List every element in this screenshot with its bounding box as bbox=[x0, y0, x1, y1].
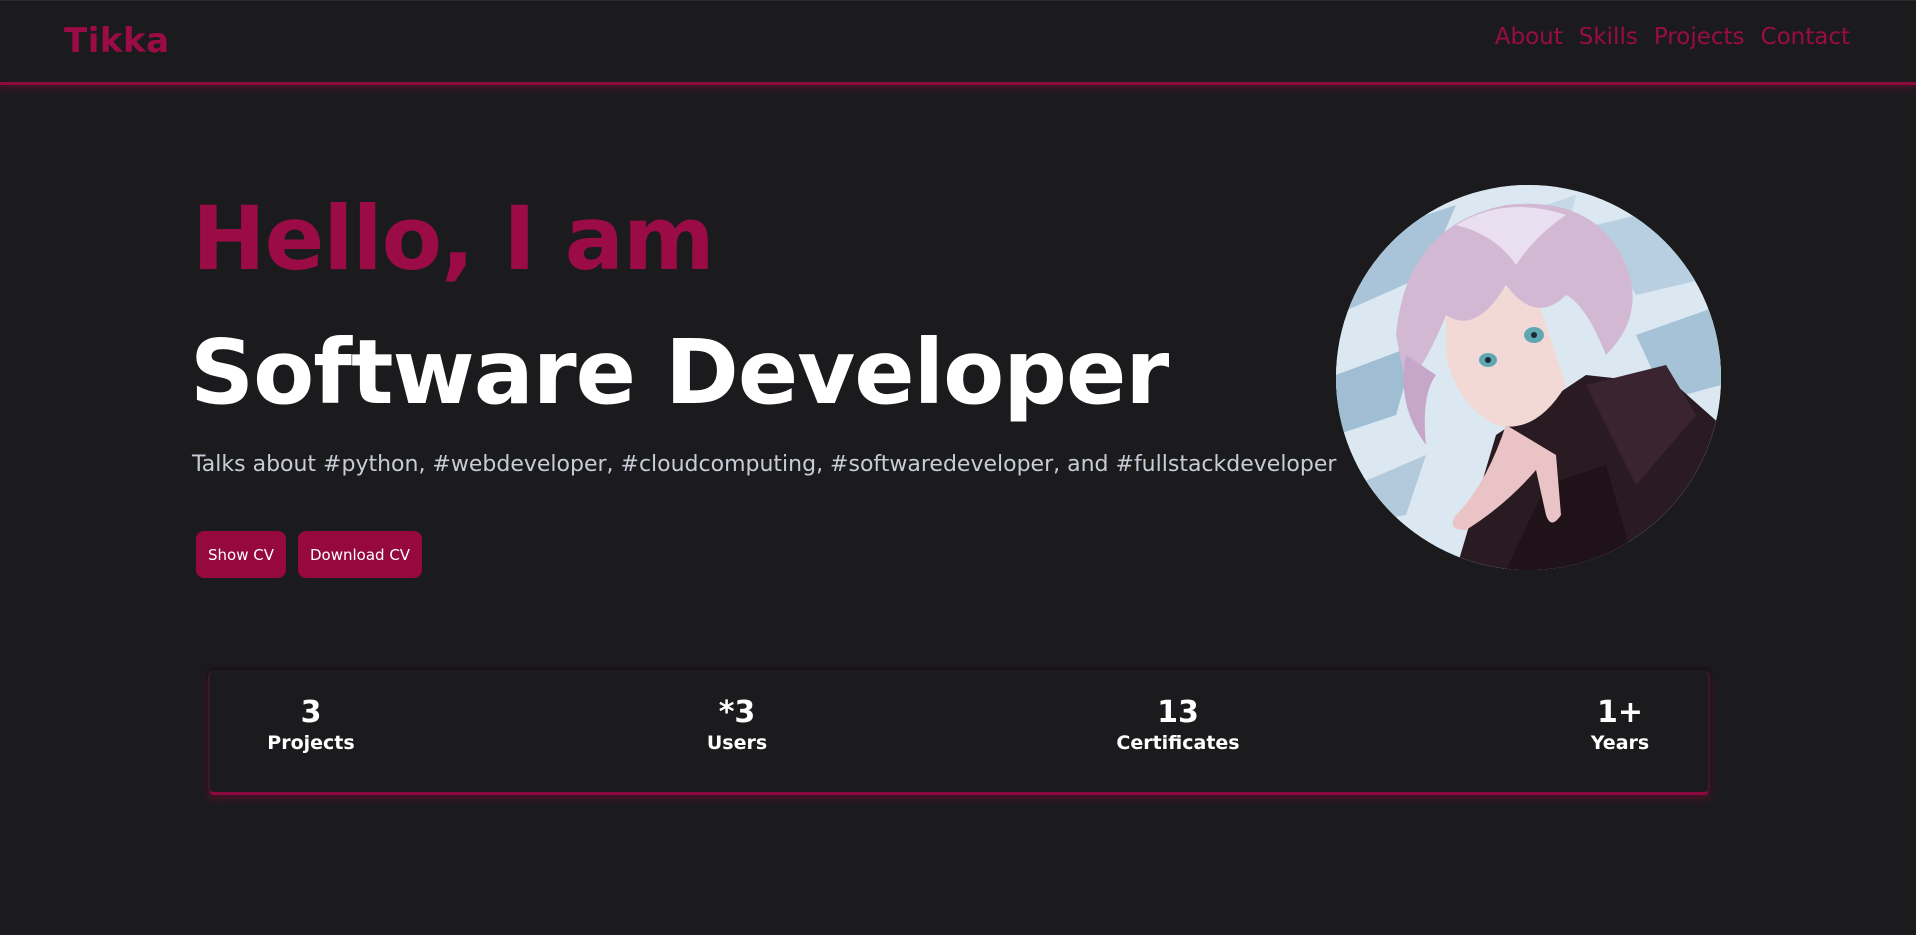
stat-value: *3 bbox=[718, 695, 756, 730]
stat-users: *3 Users bbox=[707, 698, 767, 753]
stat-label: Projects bbox=[267, 732, 355, 754]
stat-label: Years bbox=[1590, 732, 1650, 754]
profile-avatar bbox=[1336, 185, 1721, 570]
top-navbar: Tikka About Skills Projects Contact bbox=[0, 0, 1916, 85]
nav-link-skills[interactable]: Skills bbox=[1579, 24, 1638, 50]
stat-label: Certificates bbox=[1116, 732, 1240, 754]
hero-tagline: Talks about #python, #webdeveloper, #clo… bbox=[192, 452, 1337, 477]
main-nav: About Skills Projects Contact bbox=[1495, 24, 1850, 50]
stat-years: 1+ Years bbox=[1591, 698, 1649, 753]
stat-label: Users bbox=[706, 732, 768, 754]
stat-projects: 3 Projects bbox=[267, 698, 354, 753]
hero-role-title: Software Developer bbox=[190, 320, 1169, 424]
show-cv-button[interactable]: Show CV bbox=[196, 531, 286, 578]
download-cv-button[interactable]: Download CV bbox=[297, 531, 423, 578]
hero-greeting: Hello, I am bbox=[192, 187, 715, 290]
stat-value: 13 bbox=[1157, 695, 1199, 730]
nav-link-about[interactable]: About bbox=[1495, 24, 1563, 50]
logo-link[interactable]: Tikka bbox=[64, 21, 170, 61]
anime-portrait-icon bbox=[1336, 185, 1721, 570]
stat-value: 3 bbox=[300, 695, 322, 730]
nav-link-contact[interactable]: Contact bbox=[1761, 24, 1850, 50]
stat-certificates: 13 Certificates bbox=[1116, 698, 1239, 753]
cv-button-group: Show CV Download CV bbox=[196, 531, 423, 578]
stats-card: 3 Projects *3 Users 13 Certificates 1+ Y… bbox=[208, 670, 1710, 795]
nav-link-projects[interactable]: Projects bbox=[1654, 24, 1745, 50]
stat-value: 1+ bbox=[1596, 695, 1643, 730]
